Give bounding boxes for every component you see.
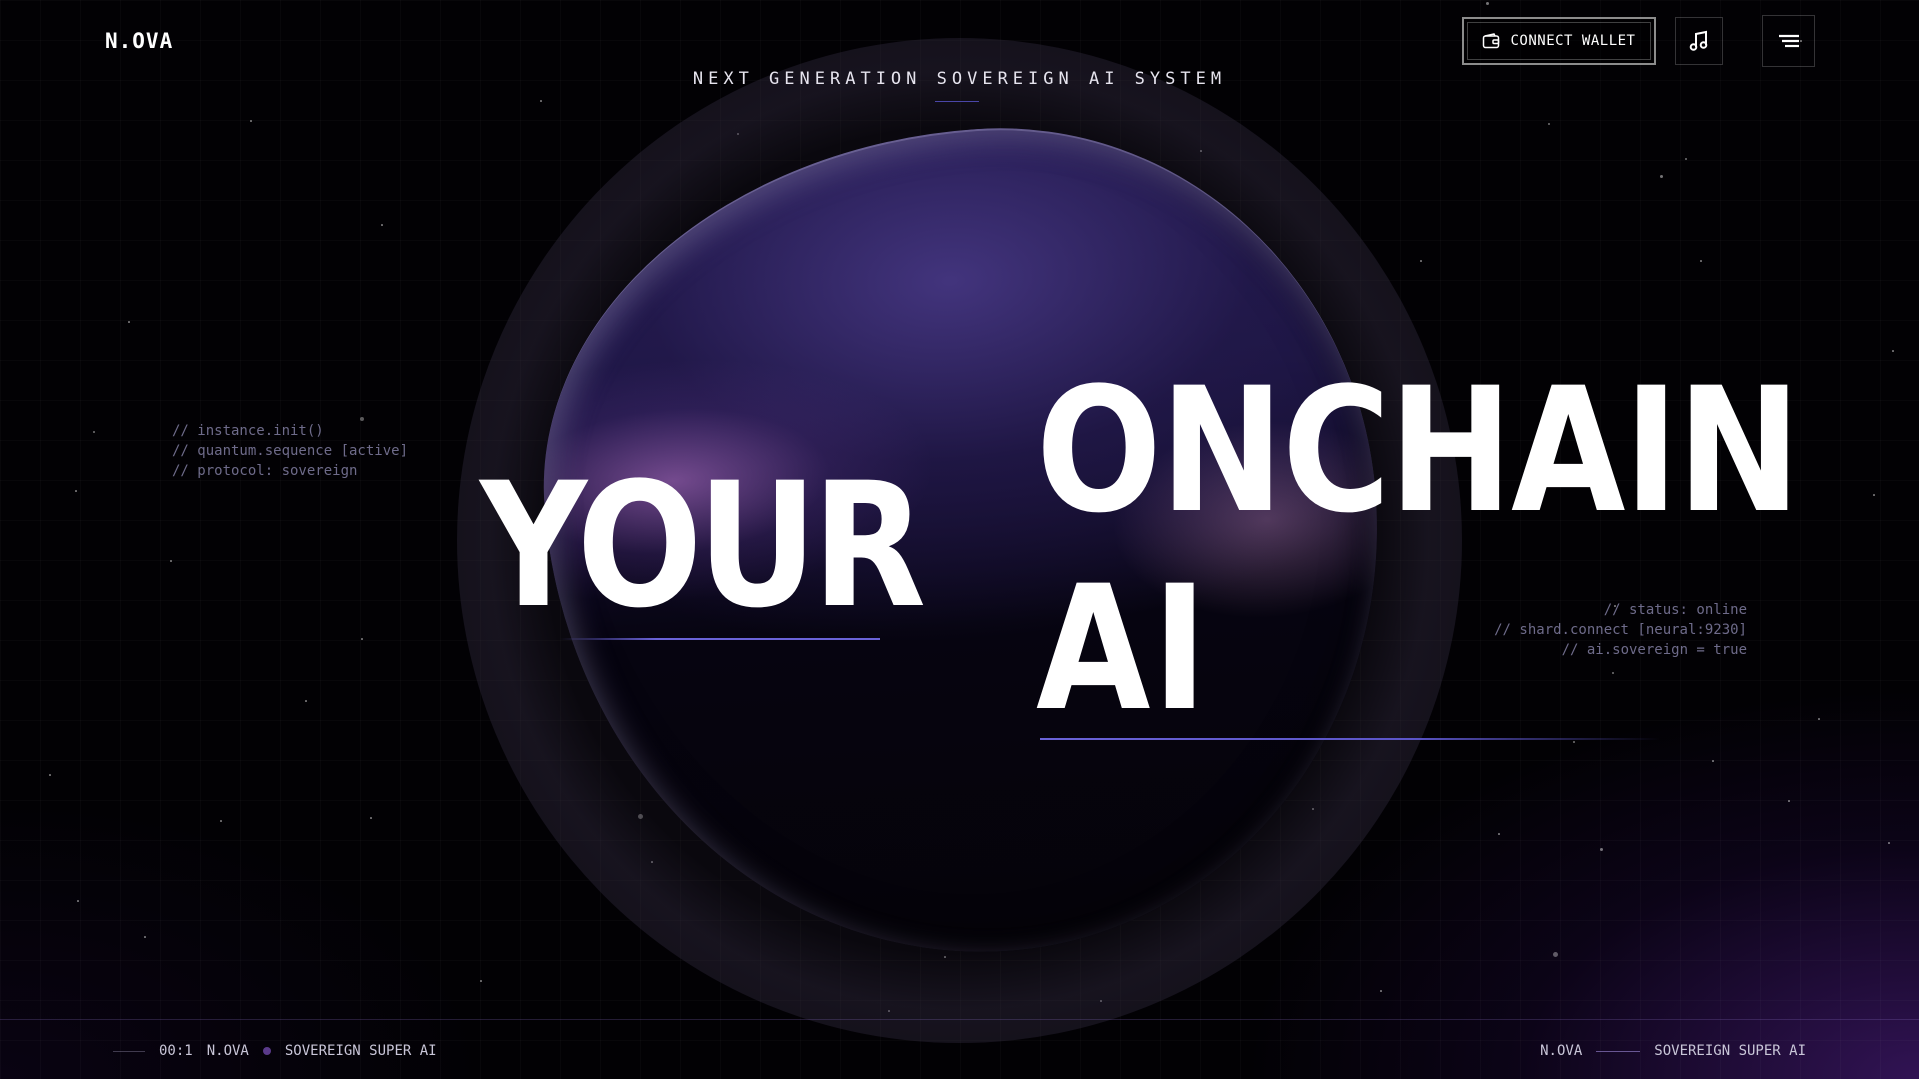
connect-wallet-button[interactable]: CONNECT WALLET — [1462, 17, 1656, 65]
star — [1573, 741, 1575, 743]
footer-dot-icon — [262, 1047, 271, 1055]
code-line: // status: online — [1603, 602, 1747, 618]
footer-left: 00:1 N.OVA SOVEREIGN SUPER AI — [113, 1043, 437, 1059]
music-note-icon — [1688, 30, 1710, 52]
footer-title: SOVEREIGN SUPER AI — [284, 1043, 437, 1059]
star — [170, 560, 172, 562]
code-comments-right: // status: online // shard.connect [neur… — [1494, 600, 1747, 660]
code-line: // protocol: sovereign — [172, 463, 358, 479]
footer-title: SOVEREIGN SUPER AI — [1654, 1043, 1806, 1059]
star — [1685, 158, 1687, 160]
headline-underline-your — [560, 638, 880, 640]
headline-word-your: YOUR — [480, 445, 926, 646]
headline-word-onchain: ONCHAIN — [1036, 350, 1801, 551]
star — [1660, 175, 1663, 178]
star — [480, 980, 482, 982]
star — [1486, 2, 1489, 5]
star — [75, 490, 77, 492]
code-line: // shard.connect [neural:9230] — [1494, 622, 1747, 638]
code-line: // instance.init() — [172, 423, 324, 439]
star — [49, 774, 51, 776]
star — [1788, 800, 1790, 802]
star — [540, 100, 542, 102]
star — [1420, 260, 1422, 262]
footer-brand: N.OVA — [1540, 1043, 1583, 1059]
star — [1892, 350, 1894, 352]
code-comments-left: // instance.init() // quantum.sequence [… — [172, 421, 408, 481]
star — [1380, 990, 1382, 992]
star — [1888, 842, 1890, 844]
menu-button[interactable] — [1762, 15, 1815, 67]
footer-right: N.OVA SOVEREIGN SUPER AI — [1540, 1043, 1806, 1059]
star — [144, 936, 146, 938]
star — [1700, 260, 1702, 262]
star — [305, 700, 307, 702]
code-line: // ai.sovereign = true — [1561, 642, 1747, 658]
menu-icon — [1778, 33, 1800, 49]
wallet-icon — [1482, 33, 1500, 49]
star — [1553, 952, 1558, 957]
star — [381, 224, 383, 226]
star — [1498, 833, 1500, 835]
headline-underline-ai — [1040, 738, 1660, 740]
star — [361, 638, 363, 640]
star — [220, 820, 222, 822]
hero-tagline: NEXT GENERATION SOVEREIGN AI SYSTEM — [692, 69, 1227, 89]
footer-divider — [113, 1050, 145, 1052]
star — [250, 120, 252, 122]
star — [1548, 123, 1550, 125]
code-line: // quantum.sequence [active] — [172, 443, 409, 459]
music-toggle-button[interactable] — [1675, 17, 1723, 65]
headline-word-ai: AI — [1036, 548, 1209, 749]
hero-stage: N.OVA CONNECT WALLET NEXT GENERATION SOV… — [0, 0, 1919, 1079]
connect-wallet-label: CONNECT WALLET — [1510, 33, 1636, 49]
star — [128, 321, 130, 323]
footer-divider — [1596, 1050, 1641, 1052]
star — [93, 431, 95, 433]
tagline-underline — [935, 101, 979, 102]
star — [1612, 672, 1614, 674]
footer-brand: N.OVA — [206, 1043, 249, 1059]
star — [77, 900, 79, 902]
star — [1818, 718, 1820, 720]
star — [1873, 494, 1875, 496]
footer-bar: 00:1 N.OVA SOVEREIGN SUPER AI N.OVA SOVE… — [0, 1019, 1919, 1079]
star — [1712, 760, 1714, 762]
footer-counter: 00:1 — [159, 1043, 193, 1059]
star — [1600, 848, 1603, 851]
star — [370, 817, 372, 819]
logo[interactable]: N.OVA — [105, 29, 173, 53]
